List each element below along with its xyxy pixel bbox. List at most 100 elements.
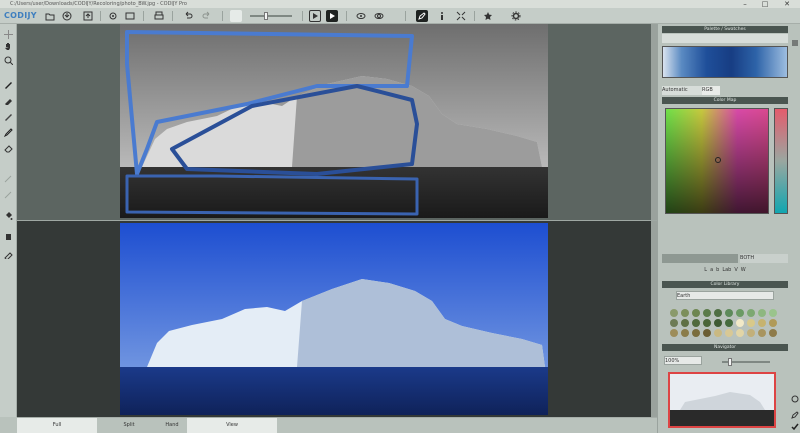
link-icon[interactable] [790,394,800,404]
brush-size-slider[interactable] [250,12,292,20]
dropper-icon[interactable] [2,94,15,106]
edit-icon[interactable] [790,410,800,420]
hand-icon[interactable] [2,40,15,52]
pencil-icon[interactable] [416,10,428,22]
picker-cursor[interactable] [715,157,721,163]
color-swatch[interactable] [681,309,689,317]
color-swatch[interactable] [670,329,678,337]
image-viewport[interactable] [17,24,657,417]
navigator-thumbnail[interactable] [668,372,776,428]
maximize-button[interactable]: □ [757,0,773,8]
channel-b[interactable]: b [716,266,719,275]
redo-icon[interactable] [201,10,213,22]
color-swatch[interactable] [681,319,689,327]
color-swatch[interactable] [747,329,755,337]
print-icon[interactable] [153,10,165,22]
color-swatch[interactable] [703,329,711,337]
tab-split[interactable]: Split [99,418,159,433]
info-icon[interactable] [436,10,448,22]
color-swatch[interactable] [714,309,722,317]
tab-full[interactable]: Full [17,418,97,433]
tab-hand[interactable]: Hand [161,418,183,433]
color-swatch[interactable] [692,329,700,337]
undo-icon[interactable] [182,10,194,22]
minimize-button[interactable]: – [737,0,753,8]
move-icon[interactable] [2,28,15,40]
channel-v[interactable]: V [734,266,737,275]
color-swatch[interactable] [758,309,766,317]
close-button[interactable]: ✕ [779,0,795,8]
tab-view[interactable]: View [187,418,277,433]
color-swatch[interactable] [769,309,777,317]
panel-menu-icon[interactable] [790,38,800,48]
play-outline-icon[interactable] [309,10,321,22]
fill-icon[interactable] [2,210,15,222]
original-image-pane[interactable] [17,24,657,221]
channel-lab[interactable]: Lab [722,266,731,275]
play-icon[interactable] [326,10,338,22]
color-swatch[interactable] [725,329,733,337]
brush-size-field[interactable] [230,10,242,22]
open-icon[interactable] [44,10,56,22]
slider-knob[interactable] [264,12,268,20]
segment-both[interactable]: BOTH [740,254,788,263]
bw-photo[interactable] [17,24,657,221]
bucket-icon[interactable] [2,230,15,242]
hue-slider[interactable] [774,108,788,214]
color-swatch[interactable] [725,319,733,327]
tab-rgb[interactable]: RGB [702,86,720,95]
save-icon[interactable] [61,10,73,22]
star-icon[interactable] [482,10,494,22]
color-swatch[interactable] [692,309,700,317]
color-swatch[interactable] [681,329,689,337]
tab-extra[interactable] [279,418,309,433]
disabled-tool-icon [2,172,15,184]
colorized-photo[interactable] [17,221,657,417]
channel-w[interactable]: W [741,266,746,275]
zoom-select[interactable]: 100% [664,356,702,365]
zoom-slider[interactable] [722,358,770,366]
color-swatch[interactable] [692,319,700,327]
pencil-tool-icon[interactable] [2,126,15,138]
tab-automatic[interactable]: Automatic [662,86,702,95]
color-swatch[interactable] [769,329,777,337]
color-swatch[interactable] [747,319,755,327]
color-picker-field[interactable] [665,108,769,214]
export-icon[interactable] [82,10,94,22]
channel-a[interactable]: a [710,266,713,275]
settings-gear-icon[interactable] [107,10,119,22]
color-swatch[interactable] [736,329,744,337]
eye-icon[interactable] [355,10,367,22]
color-swatch[interactable] [714,319,722,327]
colorized-image-pane[interactable] [17,221,657,417]
color-swatch[interactable] [670,309,678,317]
palette-tabs[interactable] [662,34,788,43]
color-swatch[interactable] [736,319,744,327]
eye-alt-icon[interactable] [373,10,385,22]
zoom-icon[interactable] [2,54,15,66]
zoom-slider-knob[interactable] [728,358,732,366]
image-info-icon[interactable] [124,10,136,22]
fit-icon[interactable] [455,10,467,22]
palette-strip[interactable] [662,46,788,78]
check-icon[interactable] [790,422,800,432]
library-select[interactable]: Earth [676,291,774,300]
color-swatch[interactable] [714,329,722,337]
eraser-icon[interactable] [2,142,15,154]
channel-l[interactable]: L [704,266,707,275]
color-swatch[interactable] [703,319,711,327]
color-swatch[interactable] [758,329,766,337]
pipette-icon[interactable] [2,248,15,260]
color-swatch[interactable] [758,319,766,327]
brush-icon[interactable] [2,78,15,90]
color-swatch[interactable] [747,309,755,317]
color-swatch[interactable] [769,319,777,327]
title-bar: C:/Users/user/Downloads/CODIJY/Recolorin… [0,0,800,8]
color-swatch[interactable] [736,309,744,317]
pen-icon[interactable] [2,110,15,122]
color-swatch[interactable] [670,319,678,327]
gear-icon[interactable] [510,10,522,22]
segment-a[interactable] [662,254,738,263]
color-swatch[interactable] [703,309,711,317]
color-swatch[interactable] [725,309,733,317]
